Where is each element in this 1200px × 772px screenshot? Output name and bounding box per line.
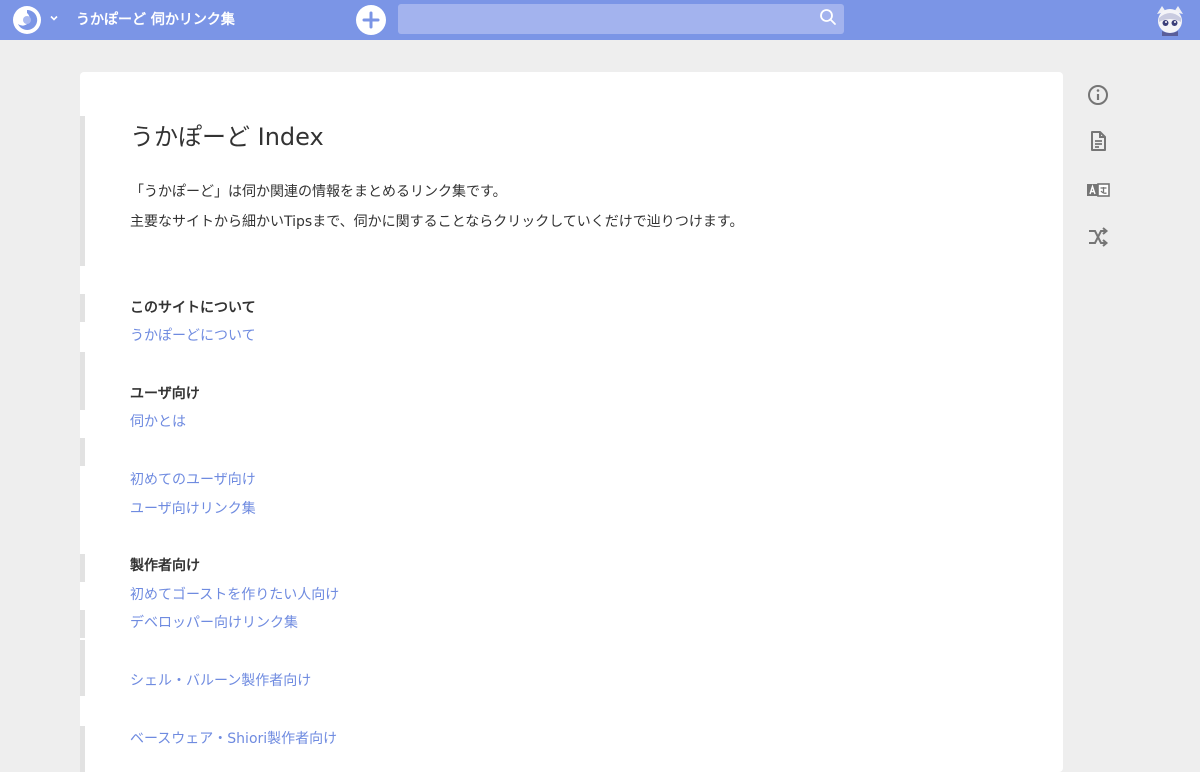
add-icon [362,11,380,29]
block-bar [80,116,85,180]
block-bar [80,438,85,466]
link-shell-balloon-creators[interactable]: シェル・バルーン製作者向け [130,671,311,691]
info-icon[interactable] [1086,83,1110,107]
block-bar [80,352,85,410]
page-title: うかぽーど Index [130,123,324,151]
content-card: うかぽーど Index 「うかぽーど」は伺か関連の情報をまとめるリンク集です。 … [80,72,1063,772]
block-bar [80,610,85,638]
link-first-ghost[interactable]: 初めてゴーストを作りたい人向け [130,585,339,605]
link-about-site[interactable]: うかぽーどについて [130,326,256,346]
chevron-down-icon[interactable] [48,12,60,24]
link-developer-links[interactable]: デベロッパー向けリンク集 [130,613,298,633]
block-bar [80,726,85,772]
intro-line: 主要なサイトから細かいTipsまで、伺かに関することならクリックしていくだけで辿… [130,214,744,230]
block-bar [80,180,85,266]
top-bar: うかぽーど 伺かリンク集 [0,0,1200,40]
site-title[interactable]: うかぽーど 伺かリンク集 [76,9,235,31]
section-heading-about: このサイトについて [130,300,256,316]
search-input[interactable] [398,4,822,34]
document-icon[interactable] [1086,129,1110,153]
search-box[interactable] [398,4,844,34]
block-bar [80,294,85,322]
section-heading-creators: 製作者向け [130,558,200,574]
link-what-is-ukagaka[interactable]: 伺かとは [130,412,186,432]
link-beginner-users[interactable]: 初めてのユーザ向け [130,470,256,490]
block-bar [80,640,85,696]
search-icon[interactable] [819,8,837,26]
add-button[interactable] [356,5,386,35]
intro-line: 「うかぽーど」は伺か関連の情報をまとめるリンク集です。 [130,184,507,200]
translate-icon[interactable] [1086,178,1110,202]
avatar[interactable] [1154,4,1186,36]
link-user-links[interactable]: ユーザ向けリンク集 [130,499,256,519]
logo-icon[interactable] [12,5,42,35]
section-heading-users: ユーザ向け [130,386,200,402]
shuffle-icon[interactable] [1086,225,1110,249]
block-bar [80,554,85,582]
link-baseware-shiori-creators[interactable]: ベースウェア・Shiori製作者向け [130,729,337,749]
